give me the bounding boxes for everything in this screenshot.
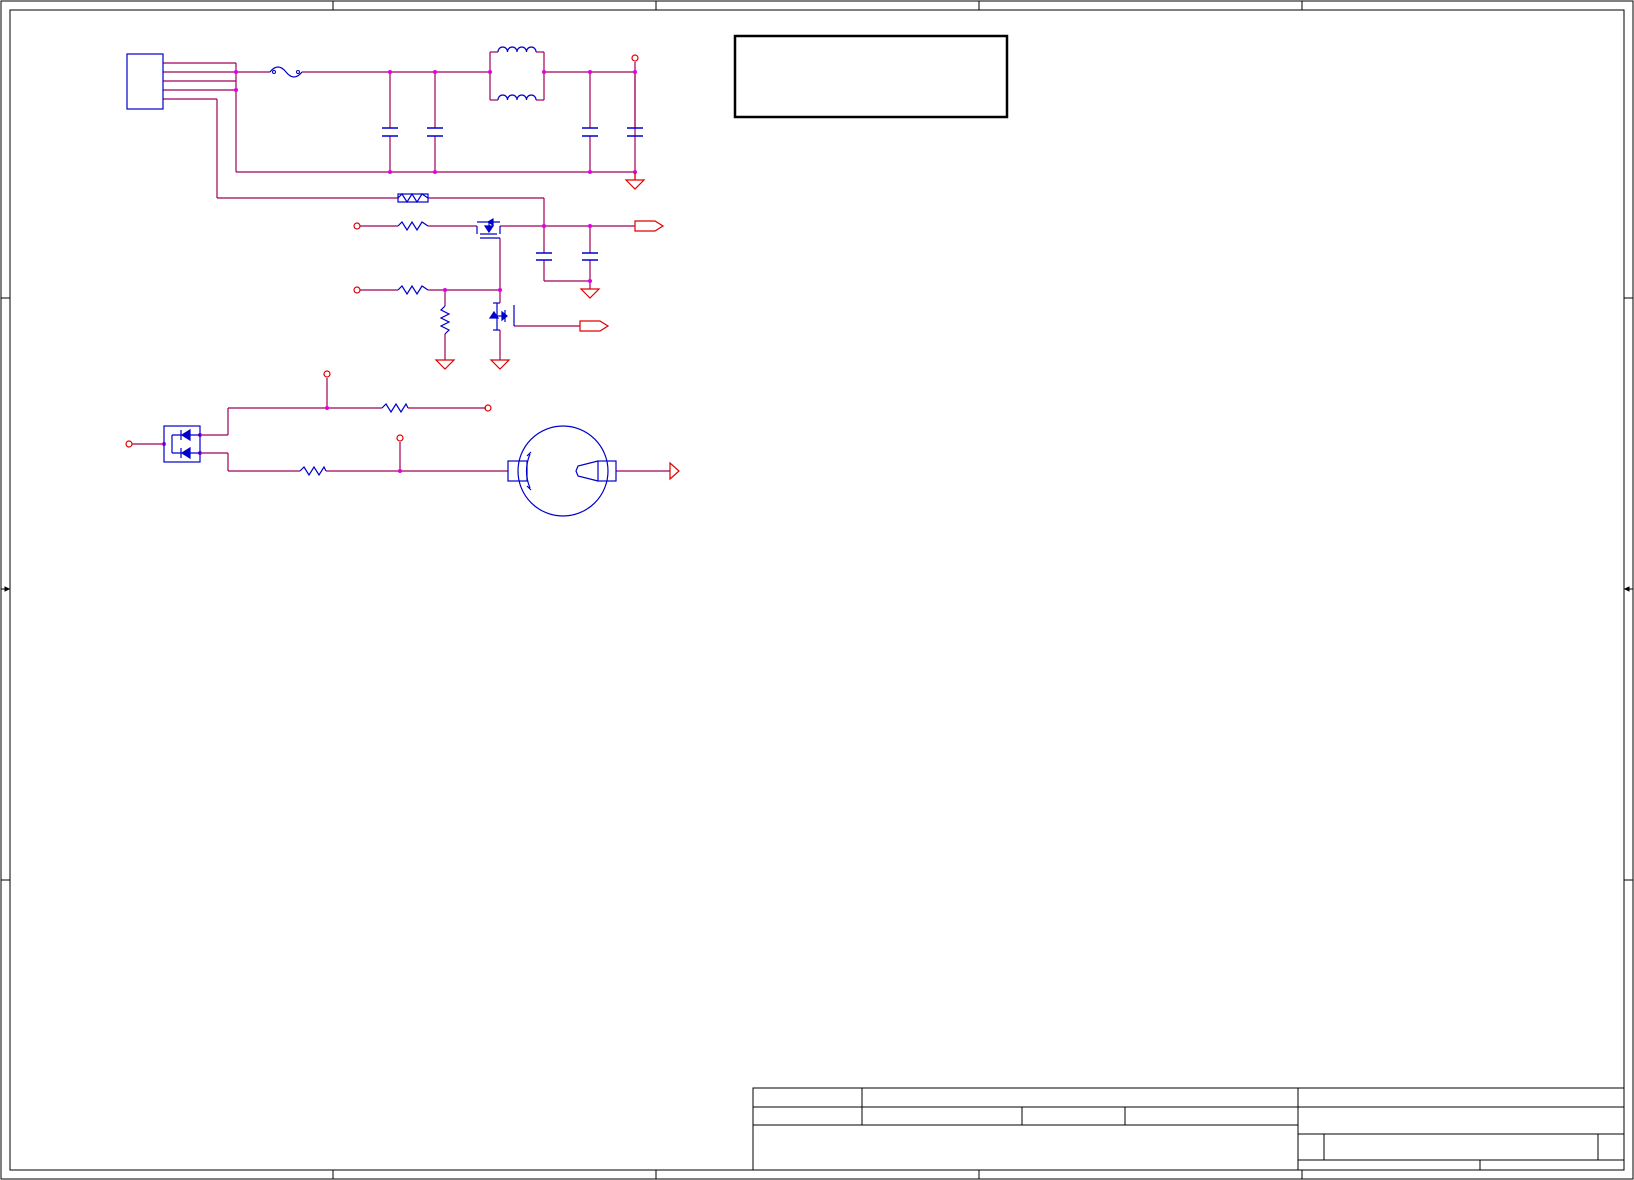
sheet-frame	[0, 0, 1634, 1180]
note-box	[733, 34, 1009, 119]
mosfet-icon-top	[476, 217, 501, 239]
center-marker-right	[1623, 586, 1633, 592]
inductor-icon	[497, 46, 537, 101]
resistor-icons	[299, 192, 451, 477]
ground-icons	[434, 172, 646, 370]
mosfet-icon-bottom	[488, 302, 515, 331]
wires	[132, 51, 670, 472]
battery-holder-icon	[507, 425, 617, 517]
junction-dots	[162, 70, 637, 473]
diode-pair-icon	[163, 425, 201, 463]
power-port-icons	[125, 54, 680, 481]
center-marker-left	[1, 586, 11, 592]
schematic-sheet	[0, 0, 1634, 1180]
connector-icon	[126, 53, 164, 110]
fuse-icon	[269, 66, 303, 78]
title-block	[752, 1087, 1625, 1171]
